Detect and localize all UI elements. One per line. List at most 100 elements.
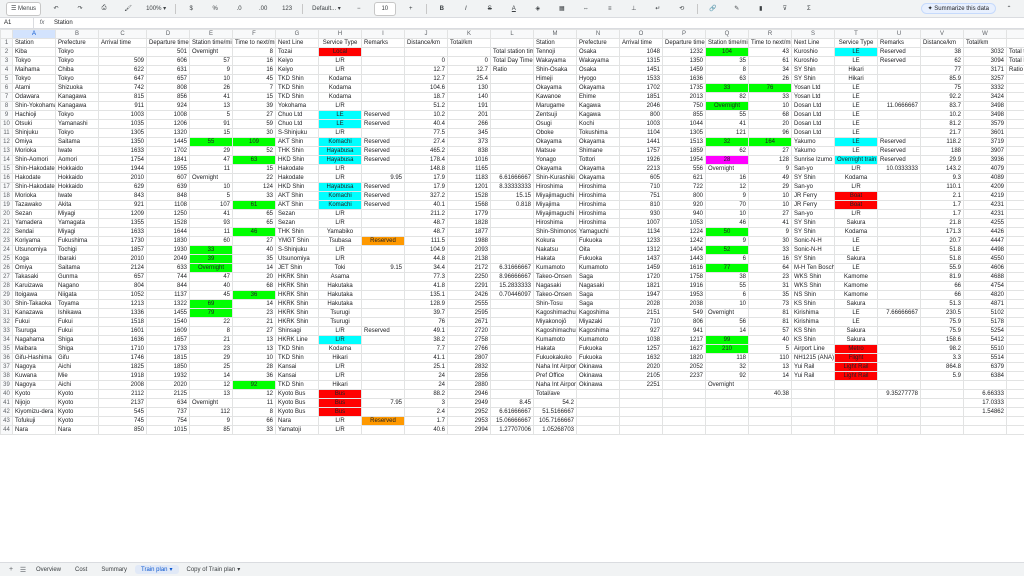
cell[interactable]: Overnight — [189, 398, 233, 408]
cell[interactable]: 1754 — [98, 155, 147, 165]
cell[interactable]: 88.2 — [404, 389, 448, 399]
cell[interactable]: Nara — [55, 425, 99, 435]
cell[interactable] — [834, 425, 878, 435]
cell[interactable] — [490, 110, 534, 120]
cell[interactable] — [705, 416, 749, 426]
cell[interactable] — [361, 92, 405, 102]
cell[interactable]: 20 — [232, 272, 276, 282]
cell[interactable]: 92 — [705, 371, 749, 381]
cell[interactable]: Reserved — [877, 155, 921, 165]
wrap-icon[interactable]: ↵ — [649, 2, 667, 16]
cell[interactable]: Osugi — [533, 119, 577, 129]
cell[interactable]: Local — [318, 47, 362, 57]
cell[interactable]: 1224 — [662, 227, 706, 237]
cell[interactable]: Yakumo — [791, 137, 835, 147]
cell[interactable]: 6.66333 — [963, 389, 1007, 399]
cell[interactable]: 128 — [748, 155, 792, 165]
cell[interactable]: 345 — [447, 128, 491, 138]
cell[interactable] — [490, 101, 534, 111]
cell[interactable]: 6384 — [963, 371, 1007, 381]
cell[interactable] — [361, 425, 405, 435]
cell[interactable] — [404, 47, 448, 57]
cell[interactable]: KS Shin — [791, 335, 835, 345]
cell[interactable]: 76 — [748, 83, 792, 93]
cell[interactable]: Yamaguchi — [576, 227, 620, 237]
cell[interactable]: M-H Ten Bosch — [791, 263, 835, 273]
chart-icon[interactable]: ▮ — [752, 2, 770, 16]
row-header[interactable]: 17 — [0, 182, 13, 192]
cell[interactable]: 85 — [189, 425, 233, 435]
cell[interactable]: Kiyomizu-dera — [12, 407, 56, 417]
cell[interactable]: 3579 — [963, 119, 1007, 129]
cell[interactable]: 51.2 — [404, 101, 448, 111]
cell[interactable]: 1201 — [447, 182, 491, 192]
cell[interactable]: LE — [834, 317, 878, 327]
cell[interactable]: 77 — [920, 65, 964, 75]
cell[interactable]: 15 — [189, 128, 233, 138]
cell[interactable]: Hokkaido — [55, 173, 99, 183]
row-header[interactable]: 18 — [0, 191, 13, 201]
cell[interactable]: Yonago — [533, 155, 577, 165]
cell[interactable] — [877, 335, 921, 345]
cell[interactable]: L/R — [318, 326, 362, 336]
cell[interactable]: Morioka — [12, 146, 56, 156]
cell[interactable]: 1932 — [146, 371, 190, 381]
cell[interactable]: 62 — [920, 56, 964, 66]
strike-icon[interactable]: S — [481, 2, 499, 16]
cell[interactable]: HKRK Shin — [275, 299, 319, 309]
paint-format-icon[interactable]: 🖌 — [119, 2, 137, 16]
cell[interactable] — [1006, 416, 1024, 426]
cell[interactable]: 135.1 — [404, 290, 448, 300]
cell[interactable]: 73 — [748, 299, 792, 309]
font-size-input[interactable]: 10 — [373, 1, 396, 16]
cell[interactable]: 40.38 — [748, 389, 792, 399]
cell[interactable]: 2946 — [447, 389, 491, 399]
cell[interactable] — [877, 92, 921, 102]
cell[interactable]: Miyagi — [55, 209, 99, 219]
cell[interactable]: 1134 — [619, 227, 663, 237]
cell[interactable] — [1006, 290, 1024, 300]
cell[interactable]: 121 — [705, 128, 749, 138]
italic-icon[interactable]: I — [457, 2, 475, 16]
cell[interactable]: 13 — [232, 344, 276, 354]
cell[interactable]: 17.9 — [404, 182, 448, 192]
cell[interactable]: Hikari — [834, 74, 878, 84]
cell[interactable]: 2766 — [447, 344, 491, 354]
cell[interactable]: Shin-Aomori — [12, 155, 56, 165]
cell[interactable]: 10.39 — [1006, 380, 1024, 390]
cell[interactable]: 0.95296 — [1006, 335, 1024, 345]
cell[interactable]: 46 — [232, 227, 276, 237]
cell[interactable]: Shin-Yokohama — [12, 101, 56, 111]
add-sheet-icon[interactable]: + — [6, 565, 16, 575]
cell[interactable]: 1633 — [98, 227, 147, 237]
row-header[interactable]: 29 — [0, 290, 13, 300]
cell[interactable]: 1857 — [98, 245, 147, 255]
cell[interactable] — [791, 389, 835, 399]
cell[interactable]: Matsue — [533, 146, 577, 156]
cell[interactable]: Sakura — [834, 326, 878, 336]
cell[interactable]: Arrival time — [619, 38, 663, 48]
cell[interactable]: 27 — [232, 110, 276, 120]
cell[interactable]: 4219 — [963, 191, 1007, 201]
cell[interactable]: 1533 — [619, 74, 663, 84]
cell[interactable]: 1851 — [619, 92, 663, 102]
cell[interactable]: 51.8 — [920, 254, 964, 264]
text-color-icon[interactable]: A — [505, 2, 523, 16]
cell[interactable] — [877, 398, 921, 408]
cell[interactable]: 32 — [705, 362, 749, 372]
cell[interactable]: 41 — [748, 218, 792, 228]
cell[interactable]: Ishikawa — [55, 308, 99, 318]
cell[interactable]: 41 — [705, 119, 749, 129]
cell[interactable] — [662, 389, 706, 399]
cell[interactable]: Gifu-Hashima — [12, 353, 56, 363]
cell[interactable]: LE — [834, 101, 878, 111]
cell[interactable]: 15 — [232, 92, 276, 102]
cell[interactable] — [490, 74, 534, 84]
row-header[interactable]: 36 — [0, 353, 13, 363]
cell[interactable]: 622 — [98, 65, 147, 75]
cell[interactable]: Kagoshima — [576, 308, 620, 318]
cell[interactable]: 1616 — [662, 263, 706, 273]
cell[interactable] — [361, 335, 405, 345]
cell[interactable]: 210 — [705, 344, 749, 354]
cell[interactable]: 27 — [232, 236, 276, 246]
